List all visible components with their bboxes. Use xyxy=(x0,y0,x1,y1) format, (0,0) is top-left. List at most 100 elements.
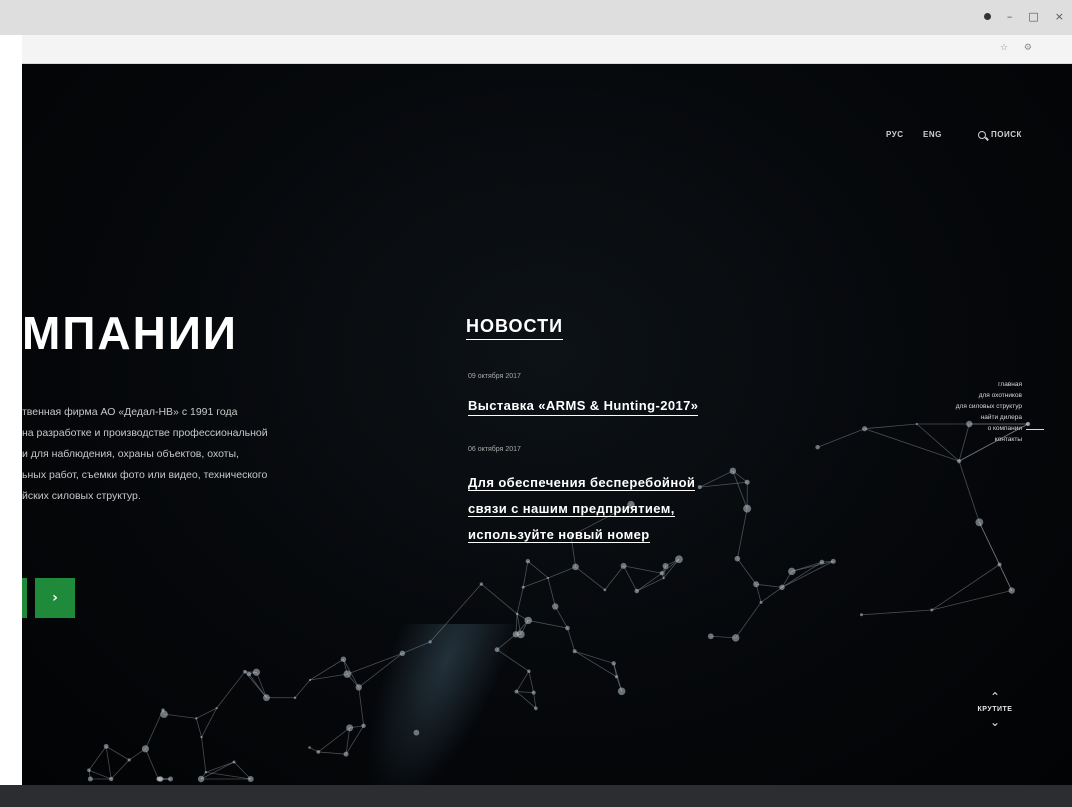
mesh-node xyxy=(340,656,347,663)
mesh-node xyxy=(734,555,741,562)
mesh-node xyxy=(343,751,349,757)
mesh-line xyxy=(163,713,197,719)
lang-ru-link[interactable]: РУС xyxy=(886,130,903,139)
mesh-line xyxy=(931,590,1012,611)
mesh-node xyxy=(109,776,114,782)
mesh-line xyxy=(958,460,980,523)
mesh-node xyxy=(293,696,297,700)
mesh-node xyxy=(515,612,519,616)
mesh-line xyxy=(756,583,783,588)
close-icon[interactable]: × xyxy=(1055,10,1064,23)
search-icon xyxy=(978,130,986,139)
sidenav-item-security[interactable]: для силовых структур xyxy=(956,401,1022,412)
mesh-line xyxy=(110,759,130,780)
mesh-node xyxy=(252,668,261,676)
sidenav-item-about[interactable]: о компании xyxy=(956,423,1045,434)
extension-icon[interactable]: ⚙ xyxy=(1024,43,1032,53)
sidenav-item-home[interactable]: главная xyxy=(956,379,1022,390)
mesh-node xyxy=(308,746,311,749)
about-company-heading: МПАНИИ xyxy=(22,307,238,359)
mesh-node xyxy=(316,750,321,754)
mesh-node xyxy=(1008,587,1015,594)
mesh-line xyxy=(201,707,218,738)
mesh-line xyxy=(575,566,606,591)
scroll-label: КРУТИТЕ xyxy=(977,706,1013,713)
mesh-line xyxy=(145,709,164,749)
mesh-node xyxy=(930,608,934,612)
mesh-line xyxy=(978,522,1000,565)
mesh-line xyxy=(533,692,537,709)
mesh-line xyxy=(736,508,748,559)
mesh-node xyxy=(732,634,740,642)
address-bar[interactable]: ☆ ⚙ xyxy=(22,35,1072,64)
mesh-line xyxy=(105,746,112,780)
search-button[interactable]: ПОИСК xyxy=(978,130,1022,139)
maximize-icon[interactable]: □ xyxy=(1028,10,1038,23)
mesh-node xyxy=(956,458,962,464)
mesh-node xyxy=(759,600,763,604)
mesh-line xyxy=(737,558,757,585)
mesh-node xyxy=(246,671,252,677)
mesh-line xyxy=(710,635,736,639)
sidenav-item-hunters[interactable]: для охотников xyxy=(956,390,1022,401)
sidenav-item-contacts[interactable]: контакты xyxy=(956,434,1022,445)
mesh-line xyxy=(547,566,576,579)
mesh-node xyxy=(308,678,312,682)
mesh-node xyxy=(552,603,559,610)
mesh-node xyxy=(572,649,577,654)
news-link-new-number[interactable]: Для обеспечения бесперебойной связи с на… xyxy=(468,470,696,548)
mesh-node xyxy=(975,518,984,527)
mesh-node xyxy=(662,562,669,569)
mesh-line xyxy=(527,560,549,579)
mesh-node xyxy=(200,735,203,739)
news-date: 09 октября 2017 xyxy=(468,373,521,380)
mesh-line xyxy=(636,577,664,592)
mesh-node xyxy=(546,576,550,580)
mesh-line xyxy=(523,577,549,588)
description-line: и для наблюдения, охраны объектов, охоты… xyxy=(22,448,239,460)
mesh-node xyxy=(531,690,536,695)
mesh-node xyxy=(195,717,198,720)
next-button[interactable]: › xyxy=(35,578,75,618)
mesh-line xyxy=(574,650,617,678)
mesh-line xyxy=(516,587,524,615)
company-description: твенная фирма АО «Дедал-НВ» с 1991 года … xyxy=(22,402,422,507)
mesh-node xyxy=(697,485,702,490)
mesh-line xyxy=(358,687,364,726)
more-button-edge[interactable] xyxy=(22,578,27,618)
mesh-node xyxy=(819,559,825,565)
mesh-node xyxy=(525,558,531,564)
mesh-node xyxy=(611,661,616,666)
bookmark-star-icon[interactable]: ☆ xyxy=(1000,43,1008,53)
mesh-node xyxy=(197,775,205,783)
mesh-line xyxy=(861,609,932,616)
minimize-icon[interactable]: – xyxy=(1007,10,1013,23)
sidenav-item-dealer[interactable]: найти дилера xyxy=(956,412,1022,423)
mesh-line xyxy=(516,691,534,694)
mesh-line xyxy=(623,565,638,592)
window-controls: – □ × xyxy=(983,10,1072,23)
mesh-node xyxy=(565,625,570,631)
mesh-node xyxy=(247,776,254,782)
mesh-node xyxy=(215,707,218,710)
scroll-hint[interactable]: ⌃ КРУТИТЕ ⌄ xyxy=(970,691,1020,728)
mesh-node xyxy=(788,567,796,576)
news-link-arms-hunting[interactable]: Выставка «ARMS & Hunting-2017» xyxy=(468,398,699,416)
mesh-line xyxy=(528,671,535,693)
mesh-line xyxy=(916,423,960,462)
mesh-node xyxy=(707,633,714,640)
page-left-strip xyxy=(0,35,22,785)
profile-icon[interactable] xyxy=(983,13,991,20)
mesh-node xyxy=(527,669,531,673)
news-heading[interactable]: НОВОСТИ xyxy=(466,316,564,340)
mesh-node xyxy=(204,771,208,774)
mesh-line xyxy=(205,761,235,773)
mesh-line xyxy=(528,620,568,629)
mesh-node xyxy=(127,758,131,762)
mesh-line xyxy=(567,627,576,652)
description-line: на разработке и производстве профессиона… xyxy=(22,427,268,439)
mesh-line xyxy=(516,670,530,692)
lang-en-link[interactable]: ENG xyxy=(923,130,942,139)
mesh-node xyxy=(87,768,91,773)
mesh-line xyxy=(554,606,568,629)
